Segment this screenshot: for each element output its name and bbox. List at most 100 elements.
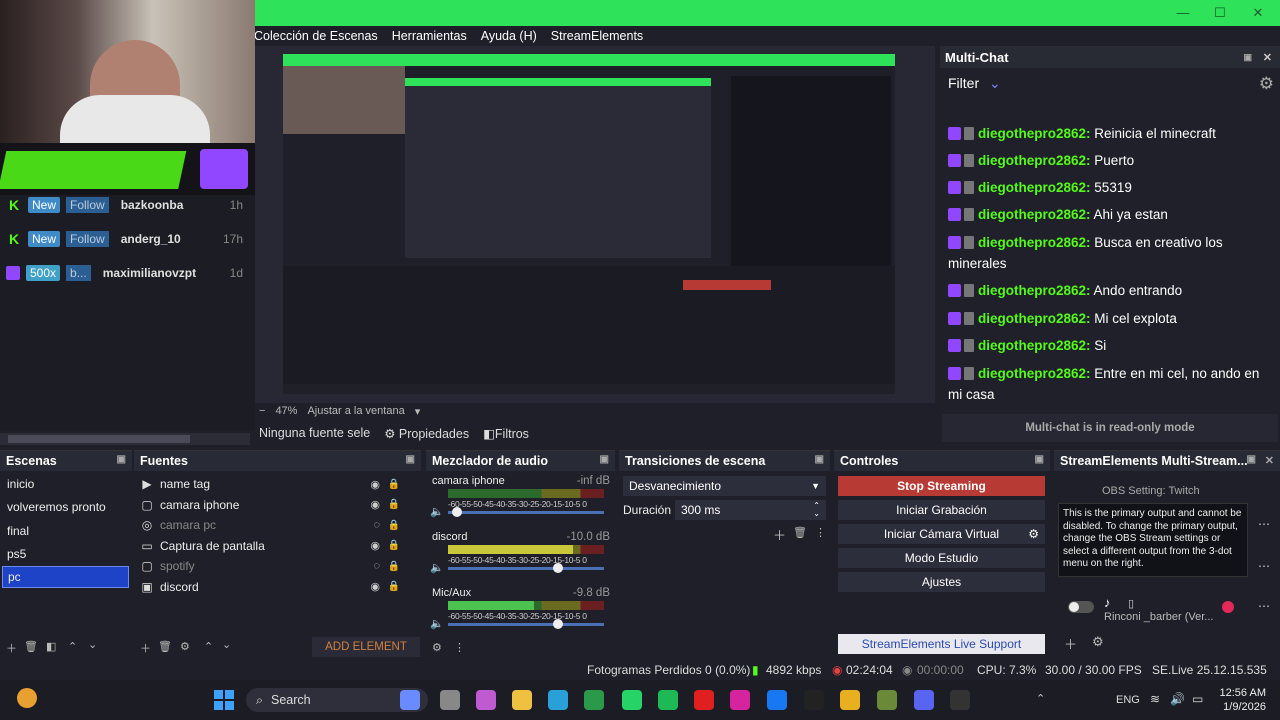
transition-select[interactable]: Desvanecimiento ▼ <box>623 476 826 496</box>
store-icon[interactable] <box>584 690 604 710</box>
source-item[interactable]: ▢ camara iphone ◉ 🔒 <box>140 495 410 515</box>
menu-streamelements[interactable]: StreamElements <box>551 29 643 43</box>
chat-username[interactable]: diegothepro2862: <box>978 153 1091 168</box>
add-icon[interactable]: ＋ <box>1064 634 1077 653</box>
chevron-down-icon[interactable]: ▾ <box>415 405 421 418</box>
source-item[interactable]: ◎ camara pc ◌ 🔒 <box>140 515 410 535</box>
speaker-icon[interactable]: 🔈 <box>430 505 444 518</box>
chevron-up-icon[interactable]: ⌃ <box>1036 692 1045 705</box>
undock-icon[interactable]: ▣ <box>600 454 609 465</box>
scene-item-selected[interactable]: pc <box>2 566 129 588</box>
undock-icon[interactable]: ▣ <box>815 454 824 465</box>
chat-username[interactable]: diegothepro2862: <box>978 311 1091 326</box>
close-icon[interactable]: ✕ <box>1265 454 1274 467</box>
file-explorer-icon[interactable] <box>440 690 460 710</box>
eye-icon[interactable]: ◉ <box>370 478 380 491</box>
chevron-down-icon[interactable]: ⌄ <box>88 638 97 651</box>
stop-streaming-button[interactable]: Stop Streaming <box>838 476 1045 496</box>
youtube-icon[interactable] <box>694 690 714 710</box>
zoom-fit-select[interactable]: Ajustar a la ventana <box>307 405 404 417</box>
source-item[interactable]: ▣ discord ◉ 🔒 <box>140 577 410 597</box>
eye-icon[interactable]: ◉ <box>370 539 380 552</box>
horizontal-scrollbar[interactable] <box>0 433 250 445</box>
add-icon[interactable]: ＋ <box>140 640 151 656</box>
gear-icon[interactable]: ⚙ <box>432 641 442 654</box>
settings-button[interactable]: Ajustes <box>838 572 1045 592</box>
volume-icon[interactable]: 🔊 <box>1170 692 1185 706</box>
maximize-button[interactable]: ☐ <box>1212 5 1228 21</box>
start-virtual-camera-button[interactable]: Iniciar Cámara Virtual ⚙ <box>838 524 1045 544</box>
volume-slider[interactable] <box>448 619 604 629</box>
weather-icon[interactable] <box>17 688 37 708</box>
undock-icon[interactable]: ▣ <box>1035 454 1044 465</box>
more-options-icon[interactable]: ⋯ <box>1258 517 1270 531</box>
more-options-icon[interactable]: ⋯ <box>1258 599 1270 613</box>
chat-username[interactable]: diegothepro2862: <box>978 366 1091 381</box>
scene-item[interactable]: volveremos pronto <box>2 496 129 518</box>
eye-icon[interactable]: ◉ <box>370 580 380 593</box>
close-icon[interactable]: ✕ <box>1263 51 1272 64</box>
lock-icon[interactable]: 🔒 <box>388 499 400 510</box>
scene-item[interactable]: final <box>2 520 129 542</box>
slider-knob[interactable] <box>452 507 463 517</box>
menu-tools[interactable]: Herramientas <box>392 29 467 43</box>
trash-icon[interactable]: 🗑 <box>793 526 807 539</box>
scrollbar-thumb[interactable] <box>8 435 190 443</box>
eye-hidden-icon[interactable]: ◌ <box>373 560 380 572</box>
discord-icon[interactable] <box>914 690 934 710</box>
source-item[interactable]: ▭ Captura de pantalla ◉ 🔒 <box>140 536 410 556</box>
chat-username[interactable]: diegothepro2862: <box>978 338 1091 353</box>
speaker-icon[interactable]: 🔈 <box>430 617 444 630</box>
close-button[interactable]: ✕ <box>1250 5 1266 21</box>
live-support-button[interactable]: StreamElements Live Support <box>838 634 1045 654</box>
output-toggle[interactable] <box>1068 601 1094 613</box>
properties-button[interactable]: ⚙ Propiedades <box>384 426 469 441</box>
lock-icon[interactable]: 🔒 <box>388 479 400 490</box>
chevron-up-icon[interactable]: ⌃ <box>68 640 77 653</box>
gear-icon[interactable]: ⚙ <box>1028 527 1039 541</box>
whatsapp-icon[interactable] <box>622 690 642 710</box>
lock-icon[interactable]: 🔒 <box>388 581 400 592</box>
chat-username[interactable]: diegothepro2862: <box>978 126 1091 141</box>
chat-filter-dropdown[interactable]: Filter ⌄ <box>948 75 1001 92</box>
volume-slider[interactable] <box>448 507 604 517</box>
spotify-icon[interactable] <box>658 690 678 710</box>
undock-icon[interactable]: ▣ <box>1243 52 1252 63</box>
more-options-icon[interactable]: ⋯ <box>1258 559 1270 573</box>
lock-icon[interactable]: 🔒 <box>388 540 400 551</box>
speaker-icon[interactable]: 🔈 <box>430 561 444 574</box>
chat-username[interactable]: diegothepro2862: <box>978 283 1091 298</box>
lock-icon[interactable]: 🔒 <box>388 520 400 531</box>
filters-button[interactable]: ◧Filtros <box>483 426 529 441</box>
edge-icon[interactable] <box>548 690 568 710</box>
trash-icon[interactable]: 🗑 <box>24 640 38 653</box>
windows-start-icon[interactable] <box>214 690 234 710</box>
chat-username[interactable]: diegothepro2862: <box>978 180 1091 195</box>
studio-mode-button[interactable]: Modo Estudio <box>838 548 1045 568</box>
trash-icon[interactable]: 🗑 <box>158 640 172 653</box>
gear-icon[interactable]: ⚙ <box>180 640 190 653</box>
settings-gear-icon[interactable]: ⚙ <box>1259 74 1274 94</box>
chat-username[interactable]: diegothepro2862: <box>978 235 1091 250</box>
add-element-button[interactable]: ADD ELEMENT <box>312 637 420 657</box>
slider-knob[interactable] <box>553 619 564 629</box>
source-item[interactable]: ▶ name tag ◉ 🔒 <box>140 474 410 494</box>
undock-icon[interactable]: ▣ <box>406 454 415 465</box>
undock-icon[interactable]: ▣ <box>1247 454 1256 465</box>
facebook-icon[interactable] <box>767 690 787 710</box>
obs-icon[interactable] <box>950 690 970 710</box>
chevron-up-icon[interactable]: ⌃ <box>204 640 213 653</box>
zoom-decrease-icon[interactable]: − <box>259 405 265 417</box>
wifi-icon[interactable]: ≋ <box>1150 692 1160 706</box>
battery-icon[interactable]: ▭ <box>1192 692 1203 706</box>
more-options-icon[interactable]: ⋮ <box>815 526 826 539</box>
instagram-icon[interactable] <box>730 690 750 710</box>
volume-slider[interactable] <box>448 563 604 573</box>
add-icon[interactable]: ＋ <box>6 640 17 656</box>
language-indicator[interactable]: ENG <box>1116 694 1140 706</box>
minimize-button[interactable]: — <box>1175 5 1191 21</box>
chevron-down-icon[interactable]: ⌄ <box>222 638 231 651</box>
tiktok-icon[interactable] <box>804 690 824 710</box>
copilot-icon[interactable] <box>400 690 420 710</box>
slider-knob[interactable] <box>553 563 564 573</box>
